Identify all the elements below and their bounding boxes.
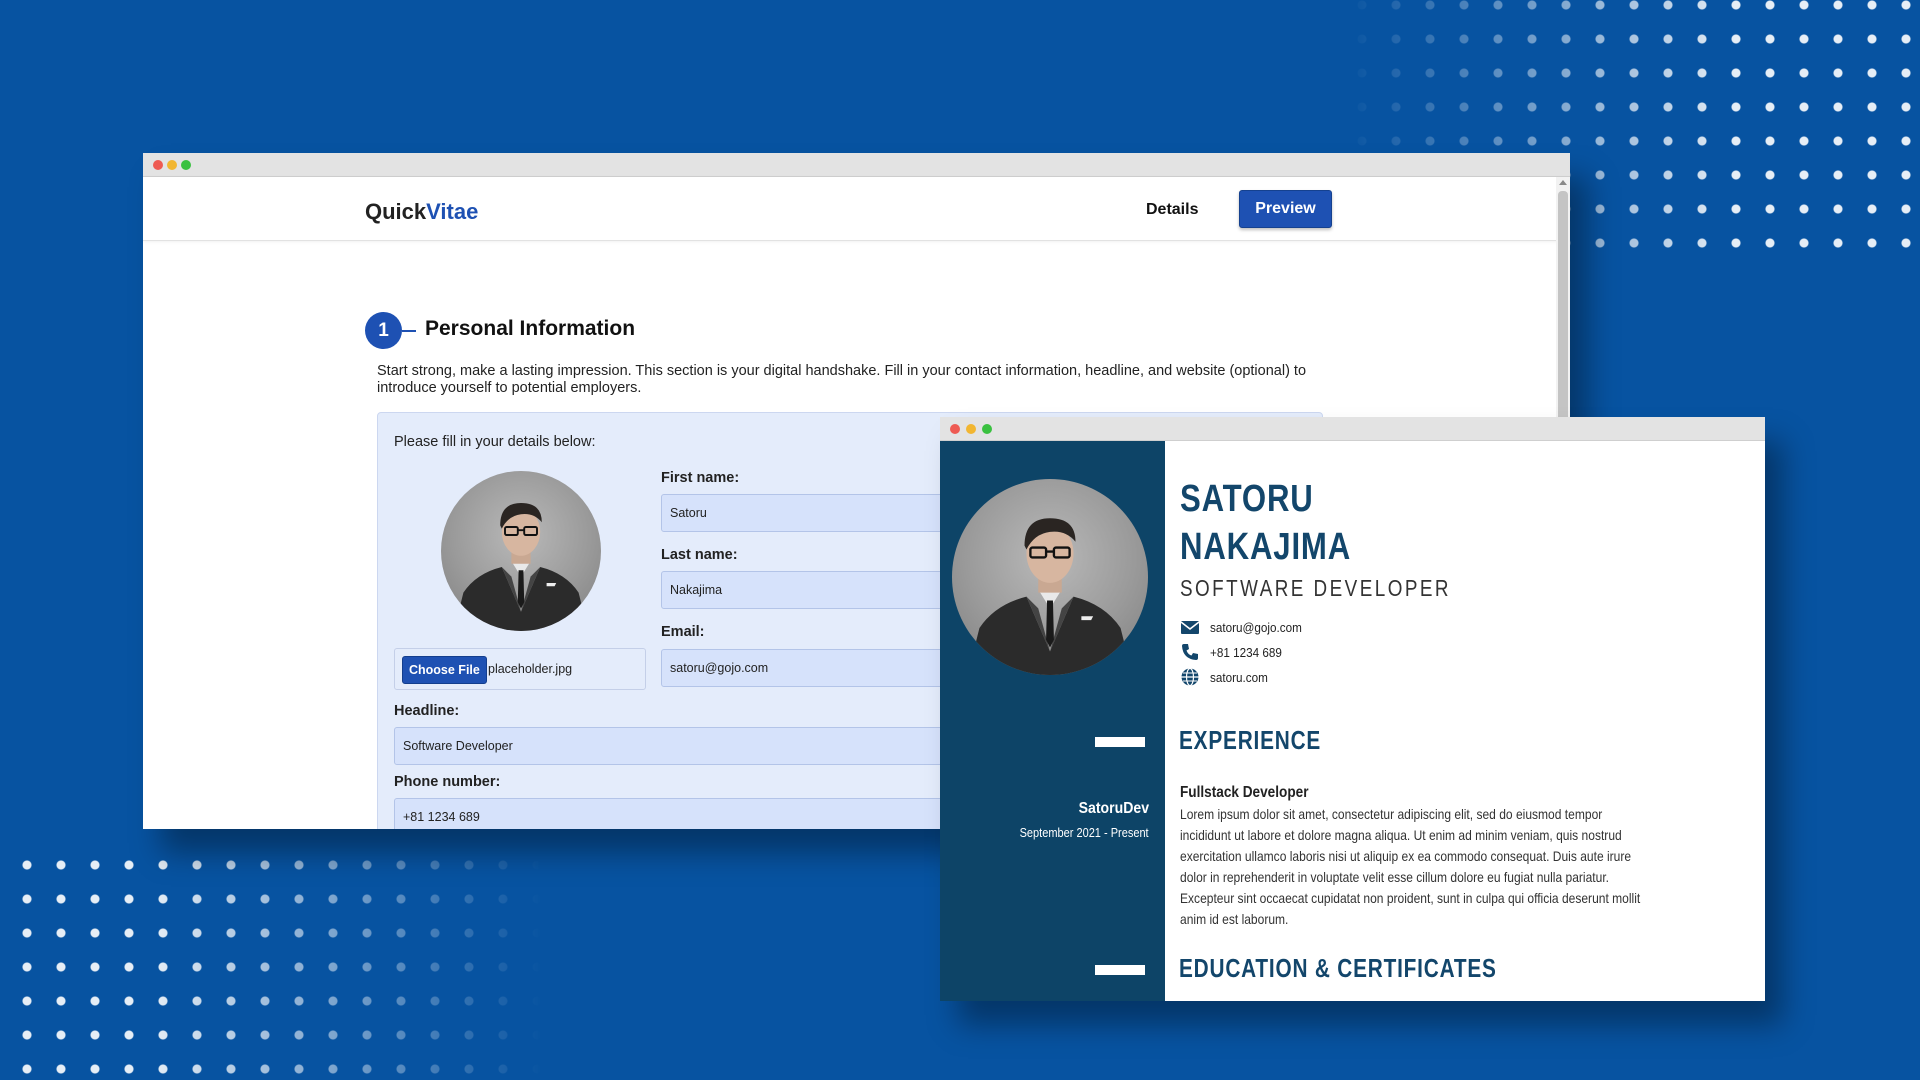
step-number-badge: 1 [365,312,402,349]
person-portrait-icon [453,503,589,631]
contact-email: satoru@gojo.com [1180,617,1312,637]
maximize-window-button[interactable] [982,424,992,434]
phone-label: Phone number: [394,774,501,790]
experience-dates: September 2021 - Present [1019,826,1149,840]
close-window-button[interactable] [950,424,960,434]
photo-upload-control: Choose File placeholder.jpg [394,648,646,690]
education-heading: EDUCATION & CERTIFICATES [1179,953,1497,983]
nav-preview-button[interactable]: Preview [1239,190,1332,228]
resume-document: SatoruDev September 2021 - Present SATOR… [940,441,1765,1001]
logo-text-quick: Quick [365,199,427,224]
globe-icon [1180,667,1200,687]
editor-navbar: QuickVitae Details Preview [143,177,1570,241]
form-hint-text: Please fill in your details below: [394,434,596,450]
choose-file-button[interactable]: Choose File [402,656,487,684]
resume-main: SATORU NAKAJIMA SOFTWARE DEVELOPER sator… [1165,441,1765,1001]
resume-role: SOFTWARE DEVELOPER [1180,575,1451,601]
section-title: Personal Information [425,317,636,340]
contact-phone: +81 1234 689 [1180,642,1290,662]
contact-website: satoru.com [1180,667,1274,687]
experience-marker-bar [1095,737,1145,747]
editor-titlebar [143,153,1570,177]
scroll-up-arrow-icon[interactable] [1559,180,1567,185]
logo-text-vitae: Vitae [426,199,479,224]
job-title: Fullstack Developer [1180,784,1309,801]
headline-label: Headline: [394,703,460,719]
dot-pattern-bottom-left [10,848,570,1080]
section-intro-text: Start strong, make a lasting impression.… [377,363,1307,396]
resume-photo [952,479,1148,675]
app-logo[interactable]: QuickVitae [365,199,478,225]
preview-titlebar [940,417,1765,441]
experience-company: SatoruDev [1078,800,1149,817]
resume-last-name: NAKAJIMA [1180,526,1352,568]
education-marker-bar [1095,965,1145,975]
first-name-label: First name: [661,470,740,486]
contact-email-text: satoru@gojo.com [1210,619,1302,635]
profile-photo-preview [441,471,601,631]
phone-icon [1180,642,1200,662]
close-window-button[interactable] [153,160,163,170]
email-icon [1180,617,1200,637]
last-name-label: Last name: [661,547,738,563]
resume-name: SATORU NAKAJIMA [1180,475,1351,571]
resume-preview-window: SatoruDev September 2021 - Present SATOR… [940,417,1765,1001]
nav-details-link[interactable]: Details [1146,201,1198,219]
maximize-window-button[interactable] [181,160,191,170]
minimize-window-button[interactable] [167,160,177,170]
resume-sidebar: SatoruDev September 2021 - Present [940,441,1165,1001]
step-connector-line [402,330,416,332]
resume-first-name: SATORU [1180,478,1314,520]
experience-heading: EXPERIENCE [1179,725,1322,755]
minimize-window-button[interactable] [966,424,976,434]
job-description: Lorem ipsum dolor sit amet, consectetur … [1180,806,1641,927]
email-label: Email: [661,624,705,640]
contact-website-text: satoru.com [1210,669,1268,685]
person-portrait-icon [967,518,1133,675]
contact-phone-text: +81 1234 689 [1210,644,1282,660]
selected-file-name: placeholder.jpg [488,662,573,676]
